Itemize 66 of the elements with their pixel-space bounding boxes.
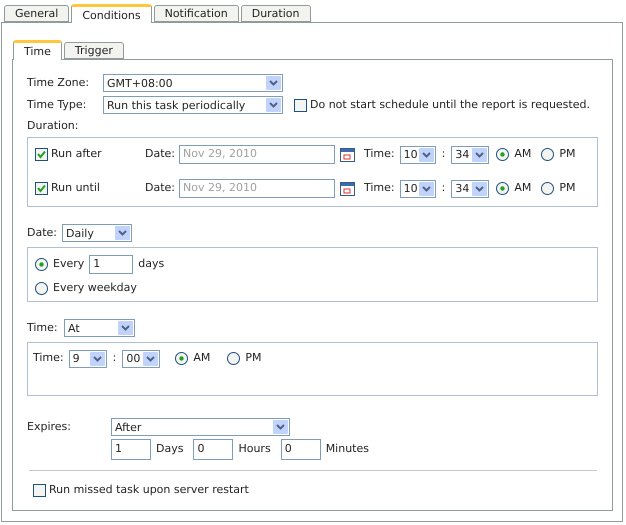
number-field[interactable]: 0 (280, 439, 321, 460)
pm-label: PM (559, 180, 576, 196)
chevron-down-icon (273, 420, 288, 434)
time-label: Time: (33, 350, 64, 366)
calendar-icon[interactable] (340, 146, 356, 162)
checkbox-label: Do not start schedule until the report is requested. (310, 96, 590, 113)
time-label: Time: (364, 146, 395, 162)
checkbox[interactable] (294, 98, 307, 112)
chevron-down-icon (118, 321, 133, 335)
tab[interactable]: General (4, 5, 70, 22)
checkbox-label: Run until (51, 180, 100, 196)
radio-button[interactable] (35, 258, 48, 271)
time-separator: : (442, 146, 446, 162)
checkbox-label: Run after (51, 146, 102, 162)
chevron-down-icon (418, 148, 434, 162)
calendar-icon[interactable] (340, 180, 356, 196)
unit-label: Minutes (326, 441, 369, 458)
radio-button[interactable] (227, 352, 240, 365)
unit-label: Hours (238, 441, 271, 458)
interval-field[interactable]: 1 (89, 255, 134, 274)
radio-button[interactable] (175, 352, 188, 365)
chevron-down-icon (143, 352, 158, 366)
chevron-down-icon (266, 76, 281, 90)
chevron-down-icon (472, 148, 488, 162)
chevron-down-icon (472, 182, 488, 196)
chevron-down-icon (115, 226, 130, 240)
time-type-select[interactable]: Run this task periodically (103, 96, 283, 114)
tab[interactable]: Trigger (64, 42, 124, 59)
am-label: AM (514, 146, 532, 162)
time-type-label: Time Type: (27, 96, 88, 113)
time-zone-label: Time Zone: (27, 74, 90, 91)
number-field[interactable]: 1 (111, 439, 151, 460)
checkbox-label: Run missed task upon server restart (49, 482, 249, 498)
unit-label: days (138, 256, 164, 272)
checkbox[interactable] (33, 484, 46, 497)
minute-select[interactable]: 00 (122, 350, 160, 368)
number-field[interactable]: 0 (193, 439, 234, 460)
tab[interactable]: Time (13, 40, 62, 60)
tab[interactable]: Duration (240, 5, 310, 22)
radio-button[interactable] (35, 282, 48, 295)
radio-label: Every weekday (53, 280, 137, 296)
time-mode-select[interactable]: At (64, 319, 135, 337)
chevron-down-icon (418, 182, 434, 196)
tab[interactable]: Notification (154, 5, 239, 22)
date-select[interactable]: Daily (62, 224, 132, 242)
chevron-down-icon (266, 98, 281, 112)
pm-label: PM (559, 146, 576, 162)
radio-label: Every (53, 256, 84, 272)
unit-label: Days (156, 441, 184, 458)
am-label: AM (193, 350, 210, 366)
time-label: Time: (364, 180, 395, 196)
duration-label: Duration: (27, 119, 80, 133)
date-label: Date: (145, 146, 176, 162)
expires-select[interactable]: After (111, 418, 290, 436)
tab[interactable]: Conditions (71, 4, 152, 23)
time-separator: : (442, 180, 446, 196)
date-label: Date: (27, 224, 58, 241)
pm-label: PM (245, 350, 262, 366)
date-label: Date: (145, 180, 176, 196)
time-label: Time: (27, 320, 59, 336)
time-zone-select[interactable]: GMT+08:00 (103, 74, 283, 92)
time-separator: : (112, 350, 116, 366)
chevron-down-icon (90, 352, 105, 366)
am-label: AM (514, 180, 532, 196)
expires-label: Expires: (27, 418, 72, 435)
hour-select[interactable]: 9 (68, 350, 107, 368)
